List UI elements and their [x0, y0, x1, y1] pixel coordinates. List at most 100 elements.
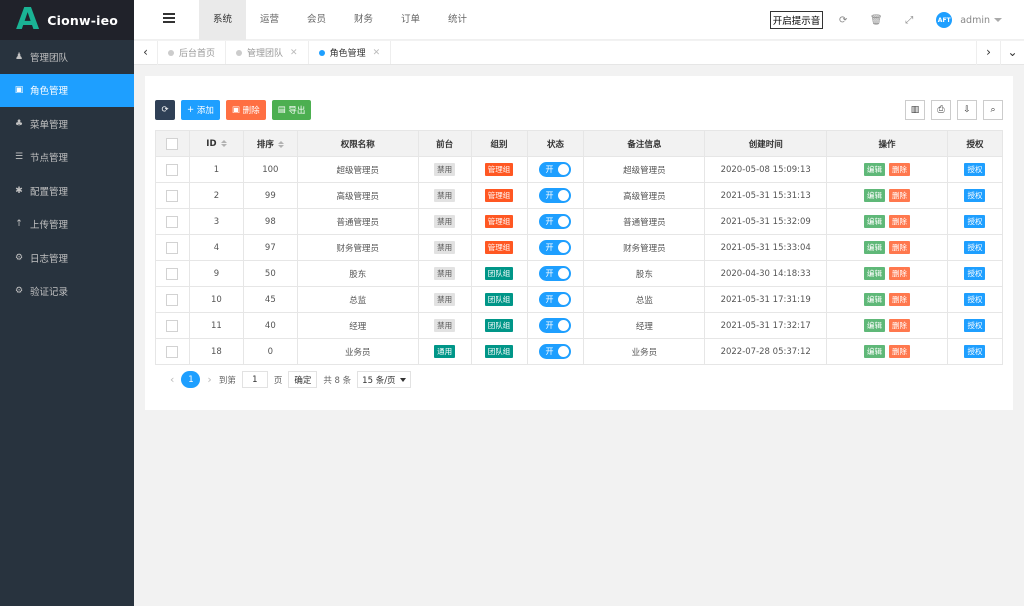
chevron-down-icon — [399, 377, 406, 382]
row-checkbox[interactable] — [166, 267, 179, 280]
delete-row-button[interactable]: 删除 — [889, 189, 911, 202]
delete-row-button[interactable]: 删除 — [889, 215, 911, 228]
edit-button[interactable]: 编辑 — [864, 189, 886, 202]
top-nav-item-0[interactable]: 系统 — [199, 0, 246, 40]
next-page-icon[interactable]: › — [207, 373, 211, 386]
chevron-right-icon[interactable]: › — [976, 41, 1000, 65]
edit-button[interactable]: 编辑 — [864, 163, 886, 176]
delete-row-button[interactable]: 删除 — [889, 241, 911, 254]
refresh-icon: ⟳ — [161, 105, 169, 115]
sidebar-item-1[interactable]: ▣ 角色管理 — [0, 73, 134, 107]
export-button[interactable]: ▤ 导出 — [271, 100, 312, 120]
authorize-button[interactable]: 授权 — [964, 163, 986, 176]
row-checkbox[interactable] — [166, 215, 179, 228]
edit-button[interactable]: 编辑 — [864, 293, 886, 306]
trash-icon[interactable]: 🗑 — [870, 14, 883, 26]
delete-row-button[interactable]: 删除 — [889, 293, 911, 306]
sidebar-item-3[interactable]: ☰ 节点管理 — [0, 141, 134, 175]
search-icon[interactable]: ⌕ — [983, 100, 1003, 120]
refresh-icon[interactable]: ⟳ — [837, 14, 849, 26]
select-all-checkbox[interactable] — [155, 130, 190, 157]
menu-toggle-icon[interactable] — [163, 13, 175, 27]
close-icon[interactable]: ✕ — [290, 48, 298, 58]
group-badge: 团队组 — [484, 345, 514, 358]
sidebar-item-2[interactable]: ♣ 菜单管理 — [0, 107, 134, 141]
top-nav: 系统 运营 会员 财务 订单 统计 — [199, 0, 481, 40]
authorize-button[interactable]: 授权 — [964, 345, 986, 358]
page-size-select[interactable]: 15 条/页 — [357, 371, 411, 388]
delete-row-button[interactable]: 删除 — [889, 267, 911, 280]
edit-button[interactable]: 编辑 — [864, 215, 886, 228]
status-toggle[interactable]: 开 — [539, 188, 572, 203]
edit-button[interactable]: 编辑 — [864, 267, 886, 280]
page-tab-0[interactable]: 后台首页 — [158, 41, 227, 64]
edit-button[interactable]: 编辑 — [864, 241, 886, 254]
delete-row-button[interactable]: 删除 — [889, 345, 911, 358]
goto-confirm-button[interactable]: 确定 — [288, 371, 318, 388]
top-nav-item-3[interactable]: 财务 — [340, 0, 387, 40]
col-sort[interactable]: 排序 — [242, 130, 298, 157]
status-toggle[interactable]: 开 — [539, 266, 572, 281]
top-nav-item-5[interactable]: 统计 — [434, 0, 481, 40]
top-nav-item-1[interactable]: 运营 — [246, 0, 293, 40]
status-toggle[interactable]: 开 — [539, 162, 572, 177]
chevron-down-icon[interactable] — [994, 18, 1002, 22]
cell-note: 股东 — [583, 260, 706, 287]
current-page[interactable]: 1 — [181, 371, 201, 388]
columns-icon[interactable]: ▥ — [905, 100, 925, 120]
goto-page-input[interactable] — [241, 371, 268, 388]
cell-sort: 97 — [242, 234, 298, 261]
sidebar: A Cionw-ieo ♟ 管理团队 ▣ 角色管理 ♣ 菜单管理 ☰ 节点管理 ✱ 配置管理 ↑ 上传… — [0, 0, 134, 606]
close-icon[interactable]: ✕ — [373, 48, 381, 58]
trash-icon: ▣ — [231, 105, 243, 115]
status-toggle[interactable]: 开 — [539, 214, 572, 229]
edit-button[interactable]: 编辑 — [864, 345, 886, 358]
front-badge: 禁用 — [434, 293, 456, 306]
authorize-button[interactable]: 授权 — [964, 241, 986, 254]
sidebar-item-5[interactable]: ↑ 上传管理 — [0, 208, 134, 242]
page-tab-2[interactable]: 角色管理 ✕ — [309, 41, 392, 64]
cell-id: 18 — [188, 338, 244, 365]
authorize-button[interactable]: 授权 — [964, 293, 986, 306]
row-checkbox[interactable] — [166, 163, 179, 176]
username[interactable]: admin — [960, 15, 990, 26]
status-toggle[interactable]: 开 — [539, 318, 572, 333]
refresh-button[interactable]: ⟳ — [155, 100, 175, 120]
edit-button[interactable]: 编辑 — [864, 319, 886, 332]
add-button[interactable]: + 添加 — [181, 100, 220, 120]
sidebar-item-0[interactable]: ♟ 管理团队 — [0, 40, 134, 74]
top-nav-item-4[interactable]: 订单 — [387, 0, 434, 40]
group-badge: 团队组 — [484, 319, 514, 332]
row-checkbox[interactable] — [166, 293, 179, 306]
status-toggle[interactable]: 开 — [539, 292, 572, 307]
authorize-button[interactable]: 授权 — [964, 267, 986, 280]
row-checkbox[interactable] — [166, 319, 179, 332]
delete-row-button[interactable]: 删除 — [889, 319, 911, 332]
authorize-button[interactable]: 授权 — [964, 215, 986, 228]
table-row: 2 99 高级管理员 禁用 管理组开高级管理员 2021-05-31 15:31:13 编辑… — [155, 182, 1004, 209]
sidebar-item-6[interactable]: ⚙ 日志管理 — [0, 241, 134, 275]
prev-page-icon[interactable]: ‹ — [170, 373, 174, 386]
status-toggle[interactable]: 开 — [539, 240, 572, 255]
authorize-button[interactable]: 授权 — [964, 319, 986, 332]
row-checkbox[interactable] — [166, 189, 179, 202]
row-checkbox[interactable] — [166, 345, 179, 358]
col-id[interactable]: ID — [188, 130, 244, 157]
avatar[interactable]: AFT — [936, 12, 953, 28]
delete-button[interactable]: ▣ 删除 — [225, 100, 266, 120]
row-checkbox[interactable] — [166, 241, 179, 254]
delete-row-button[interactable]: 删除 — [889, 163, 911, 176]
sidebar-item-7[interactable]: ⚙ 验证记录 — [0, 275, 134, 309]
tab-menu-chevron-down-icon[interactable]: ⌄ — [1000, 41, 1024, 65]
notify-sound-button[interactable]: 开启提示音 — [769, 11, 824, 29]
print-icon[interactable]: ⎙ — [931, 100, 951, 120]
authorize-button[interactable]: 授权 — [964, 189, 986, 202]
fullscreen-icon[interactable]: ⤢ — [903, 14, 915, 26]
sidebar-item-4[interactable]: ✱ 配置管理 — [0, 174, 134, 208]
page-tab-1[interactable]: 管理团队 ✕ — [226, 41, 309, 64]
export-icon[interactable]: ⇩ — [957, 100, 977, 120]
status-toggle[interactable]: 开 — [539, 344, 572, 359]
logo[interactable]: A Cionw-ieo — [0, 0, 134, 40]
top-nav-item-2[interactable]: 会员 — [293, 0, 340, 40]
chevron-left-icon[interactable]: ‹ — [134, 41, 158, 65]
